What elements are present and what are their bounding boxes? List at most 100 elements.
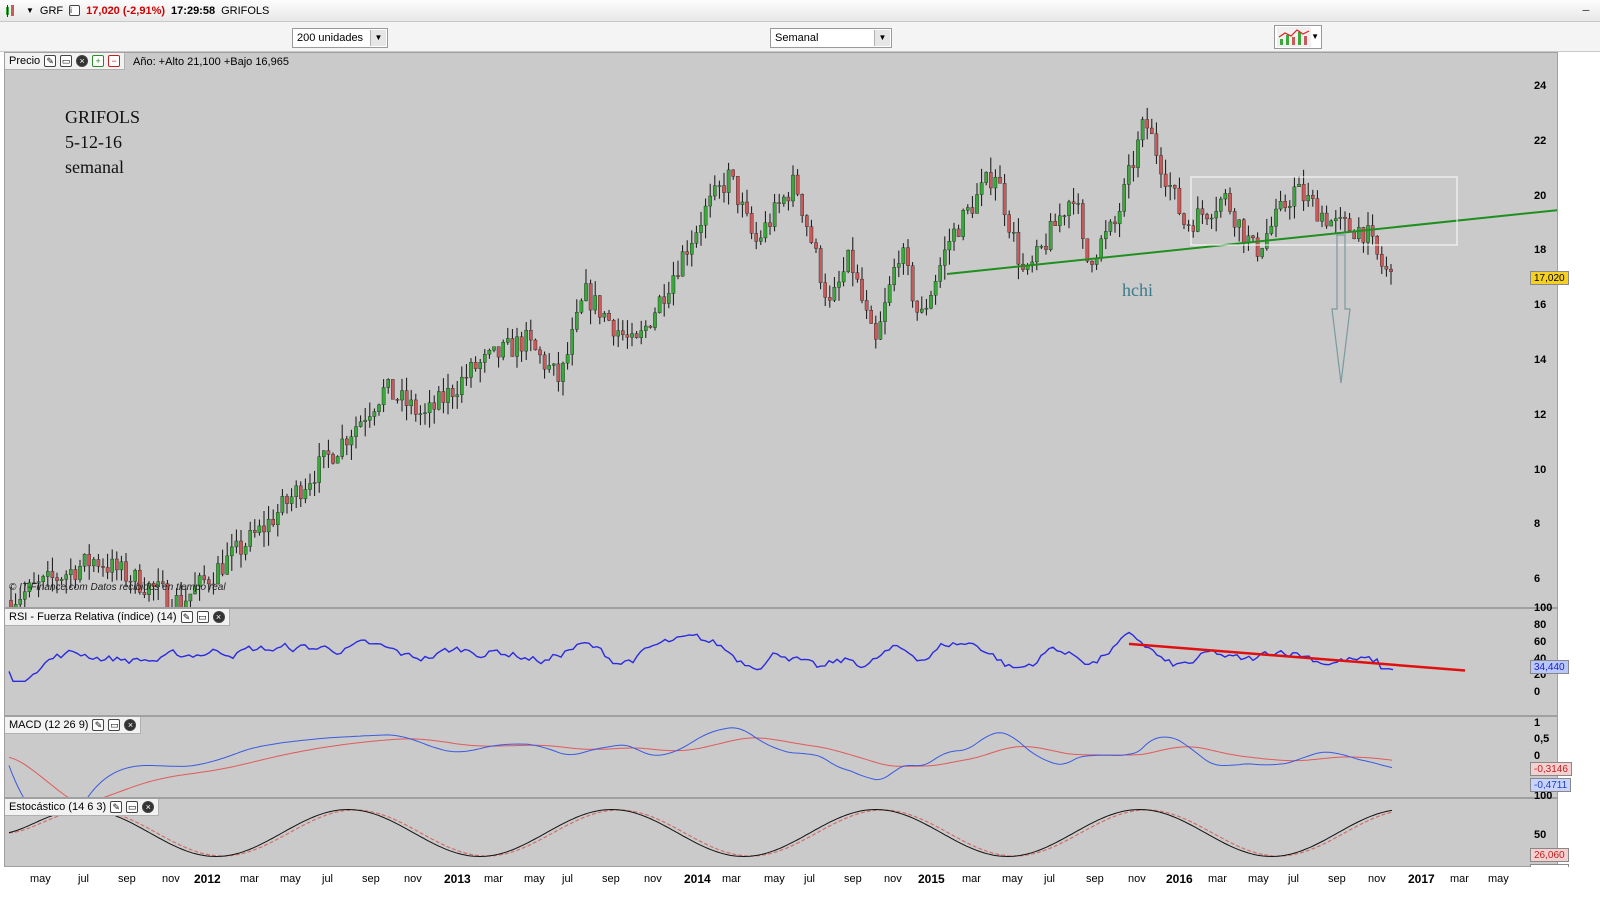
candle-down	[855, 272, 860, 280]
candle-down	[1090, 260, 1094, 265]
candle-up	[1117, 211, 1122, 225]
close-icon[interactable]: ×	[142, 801, 155, 813]
x-axis-year-label: 2012	[194, 872, 221, 886]
candle-up	[763, 222, 768, 239]
x-axis-month-label: mar	[962, 873, 981, 885]
candle-down	[823, 282, 827, 298]
macd-signal-line	[8, 737, 1393, 797]
candle-up	[1333, 218, 1338, 222]
x-axis-month-label: jul	[804, 873, 816, 885]
candle-up	[878, 321, 883, 340]
candle-down	[648, 325, 653, 328]
candle-up	[82, 553, 87, 567]
stochastic-panel[interactable]: Estocástico (14 6 3) ✎ ▭ ×	[4, 798, 1558, 867]
candle-down	[754, 233, 758, 242]
window-icon[interactable]: ▭	[60, 55, 73, 67]
units-select[interactable]: 200 unidades ▼	[292, 28, 388, 48]
candle-up	[18, 599, 23, 605]
window-icon[interactable]: ▭	[108, 719, 121, 731]
candle-down	[864, 300, 869, 311]
period-select-value: Semanal	[775, 32, 819, 44]
price-y-tick: 14	[1534, 354, 1547, 366]
candle-down	[1085, 238, 1090, 262]
price-y-tick: 18	[1534, 244, 1547, 257]
candle-down	[55, 577, 59, 581]
rsi-y-tick: 0	[1534, 686, 1541, 698]
remove-indicator-icon[interactable]: −	[108, 55, 121, 67]
x-axis-month-label: nov	[162, 873, 180, 885]
candle-up	[929, 295, 933, 309]
candle-down	[220, 563, 225, 575]
candle-up	[1306, 195, 1310, 202]
wrench-icon[interactable]: ✎	[110, 801, 123, 813]
candle-down	[1154, 133, 1159, 156]
macd-panel-header: MACD (12 26 9) ✎ ▭ ×	[5, 717, 142, 734]
candle-up	[289, 496, 294, 504]
chart-type-icon[interactable]	[4, 4, 20, 18]
price-y-tick: 10	[1534, 463, 1547, 476]
candle-up	[759, 237, 763, 242]
x-axis-month-label: may	[1488, 873, 1509, 885]
info-icon[interactable]: i	[69, 5, 81, 16]
candle-down	[818, 248, 823, 283]
candle-up	[552, 363, 556, 366]
window-icon[interactable]: ▭	[126, 801, 139, 813]
candle-down	[1002, 183, 1007, 215]
macd-panel[interactable]: MACD (12 26 9) ✎ ▭ ×	[4, 716, 1558, 798]
wrench-icon[interactable]: ✎	[180, 611, 193, 623]
candle-up	[565, 354, 570, 364]
candle-up	[1237, 219, 1241, 228]
candle-up	[133, 570, 138, 582]
price-chart-panel[interactable]: Precio ✎ ▭ × + − Año: +Alto 21,100 +Bajo…	[4, 52, 1558, 608]
candle-down	[731, 169, 735, 177]
candle-up	[280, 496, 285, 513]
candle-down	[124, 561, 128, 582]
candle-down	[1315, 198, 1320, 222]
rsi-panel-label: RSI - Fuerza Relativa (índice) (14)	[9, 611, 177, 623]
candle-up	[1034, 246, 1039, 263]
candle-down	[676, 275, 680, 277]
candle-up	[772, 202, 777, 227]
wrench-icon[interactable]: ✎	[44, 55, 57, 67]
candle-up	[1099, 238, 1103, 259]
candle-up	[726, 169, 731, 193]
candle-down	[1343, 216, 1347, 219]
candle-down	[1347, 218, 1352, 231]
candle-up	[680, 251, 685, 277]
candle-up	[1012, 232, 1016, 234]
indicator-chart-button[interactable]: ▼	[1274, 25, 1322, 49]
price-panel-header: Precio ✎ ▭ × + −	[5, 53, 126, 70]
period-select[interactable]: Semanal ▼	[770, 28, 892, 48]
candle-up	[1214, 211, 1218, 219]
candle-up	[1076, 203, 1080, 205]
candle-up	[372, 411, 377, 417]
candle-down	[542, 354, 547, 370]
candle-down	[611, 320, 616, 337]
x-axis-month-label: jul	[1288, 873, 1300, 885]
candle-up	[524, 330, 528, 352]
candle-down	[556, 363, 561, 382]
candle-down	[9, 600, 13, 607]
candle-up	[377, 404, 381, 412]
minimize-button[interactable]: −	[1582, 2, 1590, 18]
add-indicator-icon[interactable]: +	[92, 55, 105, 67]
candle-down	[239, 540, 243, 555]
candle-up	[883, 302, 887, 322]
dropdown-arrow-icon[interactable]: ▼	[26, 6, 34, 15]
candle-down	[736, 176, 740, 205]
close-icon[interactable]: ×	[212, 611, 225, 623]
candle-down	[1016, 232, 1021, 265]
close-icon[interactable]: ×	[124, 719, 137, 731]
candle-up	[1039, 245, 1044, 248]
close-icon[interactable]: ×	[76, 55, 89, 67]
x-axis-month-label: may	[280, 873, 301, 885]
macd-line-chart	[8, 727, 1393, 797]
price-y-tick: 6	[1534, 573, 1541, 586]
window-icon[interactable]: ▭	[196, 611, 209, 623]
rsi-panel[interactable]: RSI - Fuerza Relativa (índice) (14) ✎ ▭ …	[4, 608, 1558, 716]
target-arrow-icon	[1331, 234, 1351, 384]
candle-down	[496, 346, 501, 358]
candle-up	[1223, 193, 1228, 200]
wrench-icon[interactable]: ✎	[92, 719, 105, 731]
candle-up	[791, 174, 795, 202]
